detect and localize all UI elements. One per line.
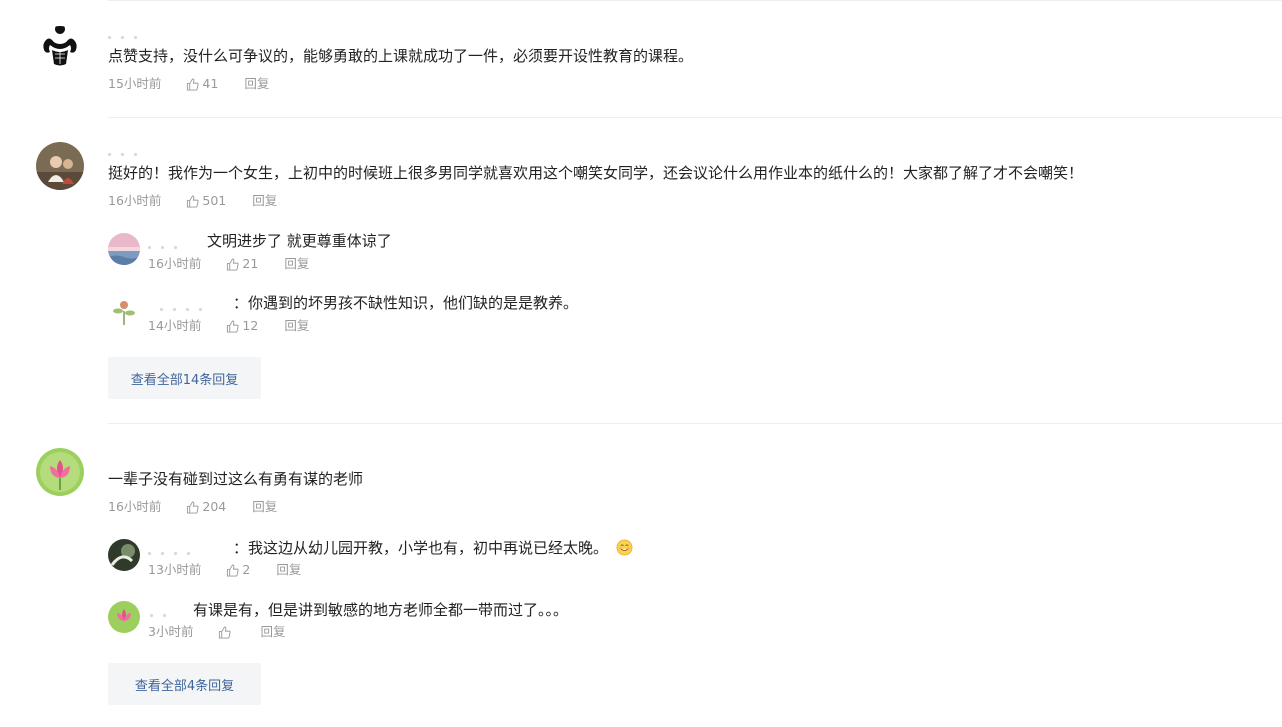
user-photo-icon [36,142,84,190]
reply-button[interactable]: 回复 [284,318,309,334]
reply-button[interactable]: 回复 [260,624,285,640]
avatar[interactable] [36,26,84,74]
sunset-sea-icon [108,233,140,265]
timestamp: 16小时前 [108,193,162,208]
avatar[interactable] [108,295,140,327]
comment-text: 一辈子没有碰到过这么有勇有谋的老师 [108,470,364,488]
thumbs-up-icon [187,77,199,91]
thumbs-up-icon [219,625,232,639]
reply-button[interactable]: 回复 [252,193,277,209]
timestamp: 13小时前 [148,562,202,577]
lotus-flower-icon [36,448,84,496]
like-button[interactable]: 204 [186,499,226,515]
avatar[interactable] [108,233,140,265]
reply-text: 文明进步了 就更尊重体谅了 [207,232,392,250]
thumbs-up-icon [227,563,239,577]
reply-text: ：你遇到的坏男孩不缺性知识，他们缺的是是教养。 [233,294,579,312]
reply-meta: 16小时前 21 回复 [148,256,309,272]
thumbs-up-icon [187,194,199,208]
divider [108,0,1282,1]
dark-nature-icon [108,539,140,571]
comment-text: 挺好的！我作为一个女生，上初中的时候班上很多男同学就喜欢用这个嘲笑女同学，还会议… [108,164,1084,182]
timestamp: 16小时前 [148,256,202,271]
like-count: 2 [242,562,251,577]
comment-meta: 15小时前 41 回复 [108,76,269,92]
reply-button[interactable]: 回复 [244,76,269,92]
like-count: 204 [202,499,227,514]
like-button[interactable]: 2 [226,562,250,578]
like-button[interactable]: 41 [186,76,218,92]
like-count: 12 [242,318,259,333]
comment-meta: 16小时前 501 回复 [108,193,277,209]
avatar[interactable] [108,601,140,633]
like-count: 501 [202,193,227,208]
username-redacted[interactable] [148,237,204,249]
timestamp: 15小时前 [108,76,162,91]
timestamp: 16小时前 [108,499,162,514]
reply-meta: 14小时前 12 回复 [148,318,309,334]
muscle-man-icon [36,26,84,74]
timestamp: 3小时前 [148,624,194,639]
like-count: 41 [202,76,219,91]
avatar[interactable] [36,448,84,496]
reply-meta: 3小时前 回复 [148,624,285,640]
lotus-flower-icon [108,601,140,633]
username-redacted[interactable] [108,144,168,156]
thumbs-up-icon [227,319,239,333]
plant-icon [108,295,140,327]
reply-button[interactable]: 回复 [284,256,309,272]
reply-button[interactable]: 回复 [276,562,301,578]
like-button[interactable] [218,625,234,639]
like-button[interactable]: 21 [226,256,258,272]
avatar[interactable] [108,539,140,571]
divider [108,117,1282,118]
username-redacted[interactable] [160,299,240,311]
like-button[interactable]: 501 [186,193,226,209]
username-redacted[interactable] [108,27,228,39]
like-button[interactable]: 12 [226,318,258,334]
avatar[interactable] [36,142,84,190]
view-all-replies-button[interactable]: 查看全部14条回复 [108,357,261,399]
username-redacted[interactable] [148,543,234,555]
like-count: 21 [242,256,259,271]
thumbs-up-icon [227,257,239,271]
thumbs-up-icon [187,500,199,514]
reply-text-content: ：我这边从幼儿园开教，小学也有，初中再说已经太晚。 [233,539,609,557]
reply-text: ：我这边从幼儿园开教，小学也有，初中再说已经太晚。 [233,538,633,558]
reply-button[interactable]: 回复 [252,499,277,515]
reply-meta: 13小时前 2 回复 [148,562,301,578]
divider [108,423,1282,424]
comment-meta: 16小时前 204 回复 [108,499,277,515]
comment-text: 点赞支持，没什么可争议的，能够勇敢的上课就成功了一件，必须要开设性教育的课程。 [108,47,694,65]
reply-text: 有课是有，但是讲到敏感的地方老师全都一带而过了。。。 [193,601,569,619]
view-all-replies-button[interactable]: 查看全部4条回复 [108,663,261,705]
smile-emoji-icon [616,539,633,556]
username-redacted[interactable] [150,605,192,617]
timestamp: 14小时前 [148,318,202,333]
